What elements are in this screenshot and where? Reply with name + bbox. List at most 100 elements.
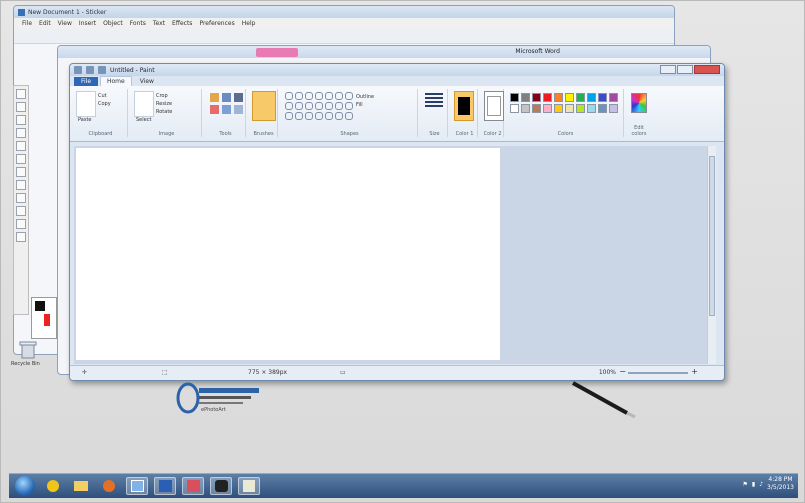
zoom-out-button[interactable]: − — [619, 367, 626, 376]
color2-button[interactable] — [484, 91, 504, 121]
palette-swatch[interactable] — [532, 104, 541, 113]
eraser-icon[interactable] — [210, 105, 219, 114]
black-swatch[interactable] — [35, 301, 45, 311]
shape-heart[interactable] — [345, 112, 353, 120]
fill-tool-icon[interactable] — [16, 206, 26, 216]
pointer-tool-icon[interactable] — [16, 89, 26, 99]
size-icon[interactable] — [425, 93, 443, 107]
zoom-in-button[interactable]: + — [691, 367, 698, 376]
shape-up-arrow[interactable] — [345, 102, 353, 110]
drawing-program-titlebar[interactable]: New Document 1 - Sticker — [14, 6, 674, 18]
paint-titlebar[interactable]: Untitled - Paint — [70, 64, 724, 76]
menu-help[interactable]: Help — [242, 20, 256, 27]
palette-swatch[interactable] — [598, 104, 607, 113]
shape-rounded-rectangle[interactable] — [325, 92, 333, 100]
menu-effects[interactable]: Effects — [172, 20, 192, 27]
shape-hexagon[interactable] — [315, 102, 323, 110]
palette-swatch[interactable] — [576, 93, 585, 102]
palette-swatch[interactable] — [510, 93, 519, 102]
rectangle-tool-icon[interactable] — [16, 141, 26, 151]
text-tool-icon[interactable] — [16, 193, 26, 203]
shape-star-six[interactable] — [315, 112, 323, 120]
taskbar-notes-icon[interactable] — [238, 477, 260, 495]
shape-line[interactable] — [285, 92, 293, 100]
recycle-bin-icon[interactable] — [17, 341, 39, 359]
palette-swatch[interactable] — [510, 104, 519, 113]
palette-swatch[interactable] — [543, 93, 552, 102]
redo-icon[interactable] — [98, 66, 106, 74]
pen-tool-icon[interactable] — [16, 128, 26, 138]
palette-swatch[interactable] — [532, 93, 541, 102]
palette-swatch[interactable] — [598, 93, 607, 102]
polygon-tool-icon[interactable] — [16, 167, 26, 177]
menu-file[interactable]: File — [22, 20, 32, 27]
drawing-canvas[interactable] — [76, 148, 500, 360]
node-tool-icon[interactable] — [16, 102, 26, 112]
shape-down-arrow[interactable] — [285, 112, 293, 120]
shape-polygon[interactable] — [335, 92, 343, 100]
copy-button[interactable]: Copy — [98, 100, 111, 108]
palette-swatch[interactable] — [609, 93, 618, 102]
palette-swatch[interactable] — [554, 104, 563, 113]
taskbar-word-icon[interactable] — [154, 477, 176, 495]
shape-diamond[interactable] — [295, 102, 303, 110]
zoom-tool-icon[interactable] — [16, 115, 26, 125]
palette-swatch[interactable] — [543, 104, 552, 113]
color-picker-icon[interactable] — [222, 105, 231, 114]
shape-curve[interactable] — [295, 92, 303, 100]
taskbar-folder-icon[interactable] — [70, 477, 92, 495]
palette-swatch[interactable] — [565, 104, 574, 113]
cut-button[interactable]: Cut — [98, 92, 111, 100]
vertical-scrollbar[interactable] — [707, 146, 716, 364]
select-button[interactable] — [134, 91, 154, 117]
brushes-button[interactable] — [252, 91, 276, 121]
taskbar-paint-icon[interactable] — [126, 477, 148, 495]
flag-icon[interactable]: ⚑ — [743, 481, 748, 488]
palette-swatch[interactable] — [521, 93, 530, 102]
taskbar-drawing-program-icon[interactable] — [182, 477, 204, 495]
paste-button[interactable] — [76, 91, 96, 117]
magnifier-icon[interactable] — [234, 105, 243, 114]
taskbar-media-icon[interactable] — [98, 477, 120, 495]
shape-star-five[interactable] — [305, 112, 313, 120]
text-icon[interactable] — [234, 93, 243, 102]
network-icon[interactable]: ▮ — [752, 481, 755, 488]
shape-left-arrow[interactable] — [335, 102, 343, 110]
blend-tool-icon[interactable] — [16, 232, 26, 242]
palette-swatch[interactable] — [576, 104, 585, 113]
shape-callout-rounded[interactable] — [325, 112, 333, 120]
clock[interactable]: 4:28 PM 3/5/2013 — [767, 476, 794, 492]
color-swatch-panel[interactable] — [31, 297, 57, 339]
palette-swatch[interactable] — [587, 104, 596, 113]
shapes-gallery[interactable] — [282, 89, 356, 123]
pencil-icon[interactable] — [210, 93, 219, 102]
color1-button[interactable] — [454, 91, 474, 121]
shape-triangle[interactable] — [345, 92, 353, 100]
palette-swatch[interactable] — [565, 93, 574, 102]
rotate-button[interactable]: Rotate — [156, 108, 172, 116]
menu-object[interactable]: Object — [103, 20, 123, 27]
contextual-tab[interactable] — [256, 48, 298, 57]
fill-button[interactable]: Fill — [356, 101, 374, 109]
word-titlebar[interactable] — [58, 46, 710, 58]
resize-button[interactable]: Resize — [156, 100, 172, 108]
shape-star-four[interactable] — [295, 112, 303, 120]
shape-callout-oval[interactable] — [335, 112, 343, 120]
palette-swatch[interactable] — [587, 93, 596, 102]
paint-window[interactable]: Untitled - Paint File Home View Cut Copy — [69, 63, 725, 381]
edit-colors-icon[interactable] — [631, 93, 647, 113]
ellipse-tool-icon[interactable] — [16, 154, 26, 164]
taskbar-internet-explorer-icon[interactable] — [42, 477, 64, 495]
shape-rectangle[interactable] — [315, 92, 323, 100]
minimize-button[interactable] — [660, 65, 676, 74]
start-button[interactable] — [15, 476, 35, 496]
shape-right-arrow[interactable] — [325, 102, 333, 110]
shape-right-triangle[interactable] — [285, 102, 293, 110]
menu-insert[interactable]: Insert — [79, 20, 96, 27]
palette-swatch[interactable] — [609, 104, 618, 113]
zoom-slider[interactable] — [628, 372, 688, 374]
palette-swatch[interactable] — [554, 93, 563, 102]
menu-view[interactable]: View — [58, 20, 72, 27]
red-swatch[interactable] — [44, 314, 50, 326]
outline-button[interactable]: Outline — [356, 93, 374, 101]
